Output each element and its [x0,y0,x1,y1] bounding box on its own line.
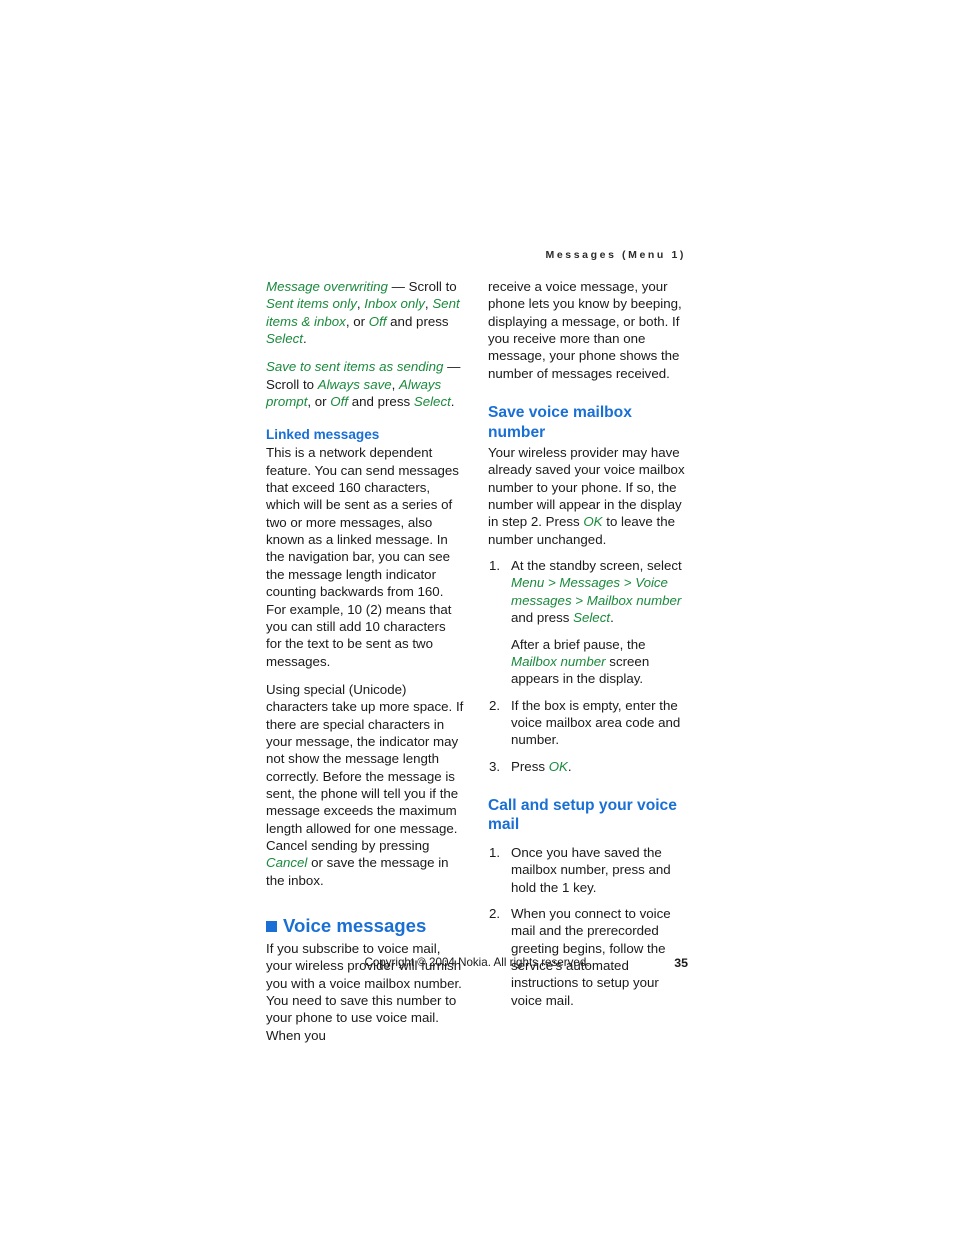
heading-voice-messages: Voice messages [266,914,464,937]
text-run: Press [511,758,549,774]
paragraph-unicode-characters: Using special (Unicode) characters take … [266,681,464,889]
heading-linked-messages: Linked messages [266,427,380,443]
step-number: 1. [489,558,501,574]
copyright-notice: Copyright © 2004 Nokia. All rights reser… [364,956,590,969]
steps-call-setup-voice-mail: 1. Once you have saved the mailbox number… [488,844,686,1009]
menu-separator: > [544,575,560,591]
menu-path-menu: Menu [511,575,545,591]
option-cancel: Cancel [266,855,308,871]
menu-separator: > [620,575,636,591]
term-message-overwriting: Message overwriting [266,279,388,294]
page-footer: Copyright © 2004 Nokia. All rights reser… [266,956,688,974]
text-run: After a brief pause, the [511,636,646,652]
list-item: 1. Once you have saved the mailbox number… [488,844,686,896]
text-run: . [610,610,614,626]
square-bullet-icon [266,921,277,932]
text-run: and press [386,313,449,329]
step-note: After a brief pause, the Mailbox number … [511,636,686,688]
text-run: . [450,394,455,410]
text-run: Once you have saved the mailbox number, … [511,844,671,895]
right-column: receive a voice message, your phone lets… [488,278,686,1009]
text-run: . [567,758,572,774]
step-number: 2. [489,697,501,713]
list-item: 1. At the standby screen, select Menu > M… [488,557,686,687]
steps-save-voice-mailbox: 1. At the standby screen, select Menu > M… [488,557,686,775]
list-item: 3. Press OK. [488,758,686,775]
option-off: Off [368,313,387,329]
text-run: — Scroll to [387,279,457,294]
text-run: , or [345,313,369,329]
option-always-save: Always save [317,376,392,392]
paragraph-save-voice-mailbox: Your wireless provider may have already … [488,444,686,548]
step-number: 3. [489,758,501,774]
step-number: 1. [489,844,501,860]
heading-call-and-setup-voice-mail: Call and setup your voice mail [488,796,677,834]
option-select: Select [266,331,303,347]
left-column: Message overwriting — Scroll to Sent ite… [266,278,464,1044]
heading-voice-messages-label: Voice messages [283,915,427,936]
menu-separator: > [571,592,587,608]
list-item: 2. If the box is empty, enter the voice m… [488,697,686,749]
menu-path-messages: Messages [559,575,621,591]
option-inbox-only: Inbox only [364,296,425,312]
step-number: 2. [489,905,501,921]
text-run: Using special (Unicode) characters take … [266,681,464,853]
screen-mailbox-number: Mailbox number [511,653,606,669]
paragraph-voice-messages-continued: receive a voice message, your phone lets… [488,279,682,381]
text-run: . [302,331,307,347]
paragraph-message-overwriting: Message overwriting — Scroll to Sent ite… [266,278,464,347]
manual-page: Messages (Menu 1) Message overwriting — … [0,0,954,1235]
heading-save-voice-mailbox-number: Save voice mailbox number [488,404,632,441]
text-run: , or [307,394,331,410]
text-run: If the box is empty, enter the voice mai… [511,697,681,748]
option-ok: OK [548,758,568,774]
option-sent-items-only: Sent items only [266,296,357,312]
option-select: Select [413,394,451,410]
text-run: At the standby screen, select [511,558,682,574]
paragraph-save-to-sent-items: Save to sent items as sending — Scroll t… [266,358,464,410]
running-header: Messages (Menu 1) [545,249,686,261]
text-run: , [391,376,400,392]
option-off: Off [330,394,349,410]
page-number: 35 [674,956,688,970]
text-run: and press [348,394,414,410]
paragraph-linked-messages: This is a network dependent feature. You… [266,445,459,669]
option-select: Select [573,610,611,626]
text-run: and press [511,610,574,626]
term-save-to-sent-items: Save to sent items as sending [266,359,444,375]
option-ok: OK [583,514,603,530]
menu-path-mailbox-number: Mailbox number [586,592,682,608]
